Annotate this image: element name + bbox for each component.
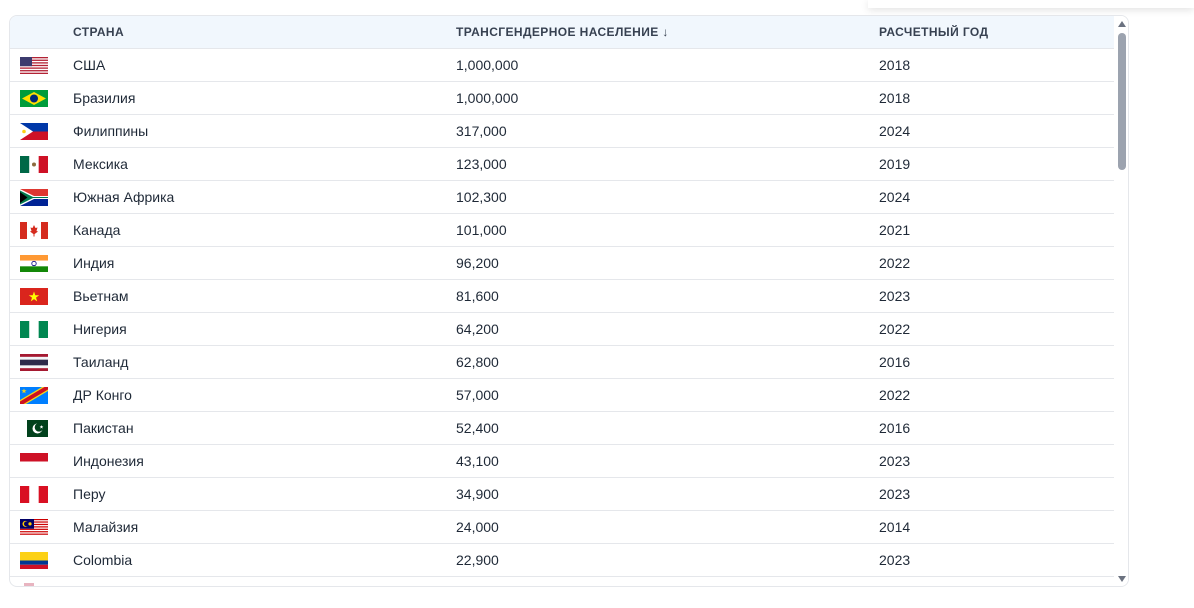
table-row[interactable]: США 1,000,000 2018 [10,49,1114,82]
estimate-year: 2018 [879,90,911,106]
country-name: Перу [73,486,106,502]
estimate-year: 2016 [879,420,911,436]
table-row[interactable]: Colombia 22,900 2023 [10,544,1114,577]
population-value: 57,000 [456,387,499,403]
table-row[interactable]: Индия 96,200 2022 [10,247,1114,280]
country-name: Филиппины [73,123,149,139]
population-value: 24,000 [456,519,499,535]
vietnam-flag-icon [20,288,48,305]
estimate-year: 2014 [879,519,911,535]
table-row[interactable]: Мексика 123,000 2019 [10,148,1114,181]
country-name: Пакистан [73,420,134,436]
south-africa-flag-icon [20,189,48,206]
table-row[interactable]: Филиппины 317,000 2024 [10,115,1114,148]
table-row[interactable]: Вьетнам 81,600 2023 [10,280,1114,313]
country-name: Вьетнам [73,288,129,304]
population-value: 123,000 [456,156,507,172]
india-flag-icon [20,255,48,272]
population-value: 1,000,000 [456,90,519,106]
estimate-year: 2023 [879,552,911,568]
population-value: 317,000 [456,123,507,139]
scroll-down-arrow-icon[interactable] [1118,576,1126,582]
peru-flag-icon [20,486,48,503]
scroll-thumb[interactable] [1118,33,1126,170]
country-name: Бразилия [73,90,136,106]
estimate-year: 2023 [879,453,911,469]
table-row[interactable]: Малайзия 24,000 2014 [10,511,1114,544]
usa-flag-icon [20,57,48,74]
header-year[interactable]: РАСЧЕТНЫЙ ГОД [879,16,988,49]
table-body: США 1,000,000 2018 Бразилия 1,000,000 20… [10,49,1114,577]
table-row[interactable]: Таиланд 62,800 2016 [10,346,1114,379]
nigeria-flag-icon [20,321,48,338]
table-row[interactable]: Нигерия 64,200 2022 [10,313,1114,346]
country-name: Канада [73,222,121,238]
population-value: 34,900 [456,486,499,502]
colombia-flag-icon [20,552,48,569]
country-name: Индонезия [73,453,144,469]
table-row[interactable]: Южная Африка 102,300 2024 [10,181,1114,214]
population-value: 62,800 [456,354,499,370]
population-value: 101,000 [456,222,507,238]
popup-edge [868,0,1194,8]
table-header: СТРАНА ТРАНСГЕНДЕРНОЕ НАСЕЛЕНИЕ ↓ РАСЧЕТ… [10,16,1114,49]
philippines-flag-icon [20,123,48,140]
thailand-flag-icon [20,354,48,371]
population-value: 1,000,000 [456,57,519,73]
table-row[interactable]: Индонезия 43,100 2023 [10,445,1114,478]
estimate-year: 2019 [879,156,911,172]
country-name: ДР Конго [73,387,132,403]
country-name: Нигерия [73,321,127,337]
country-name: Таиланд [73,354,129,370]
country-name: Южная Африка [73,189,175,205]
country-name: Малайзия [73,519,139,535]
header-population[interactable]: ТРАНСГЕНДЕРНОЕ НАСЕЛЕНИЕ ↓ [456,16,669,49]
indonesia-flag-icon [20,453,48,470]
estimate-year: 2021 [879,222,911,238]
population-value: 43,100 [456,453,499,469]
pakistan-flag-icon [20,420,48,437]
population-value: 22,900 [456,552,499,568]
table-row[interactable]: ДР Конго 57,000 2022 [10,379,1114,412]
population-value: 96,200 [456,255,499,271]
table-row[interactable]: Перу 34,900 2023 [10,478,1114,511]
header-country[interactable]: СТРАНА [73,16,124,49]
scrollbar[interactable] [1114,16,1128,586]
estimate-year: 2024 [879,123,911,139]
brazil-flag-icon [20,90,48,107]
estimate-year: 2022 [879,387,911,403]
country-name: Мексика [73,156,128,172]
table-row[interactable]: Пакистан 52,400 2016 [10,412,1114,445]
scroll-up-arrow-icon[interactable] [1118,21,1126,27]
estimate-year: 2022 [879,255,911,271]
dr-congo-flag-icon [20,387,48,404]
mexico-flag-icon [20,156,48,173]
estimate-year: 2022 [879,321,911,337]
country-name: Индия [73,255,115,271]
table-row[interactable]: Канада 101,000 2021 [10,214,1114,247]
country-name: США [73,57,106,73]
estimate-year: 2018 [879,57,911,73]
partial-flag-icon [24,583,34,586]
population-value: 102,300 [456,189,507,205]
table-row[interactable]: Бразилия 1,000,000 2018 [10,82,1114,115]
canada-flag-icon [20,222,48,239]
population-value: 64,200 [456,321,499,337]
population-value: 52,400 [456,420,499,436]
population-table: СТРАНА ТРАНСГЕНДЕРНОЕ НАСЕЛЕНИЕ ↓ РАСЧЕТ… [9,15,1129,587]
estimate-year: 2016 [879,354,911,370]
population-value: 81,600 [456,288,499,304]
estimate-year: 2023 [879,288,911,304]
estimate-year: 2023 [879,486,911,502]
estimate-year: 2024 [879,189,911,205]
malaysia-flag-icon [20,519,48,536]
country-name: Colombia [73,552,133,568]
